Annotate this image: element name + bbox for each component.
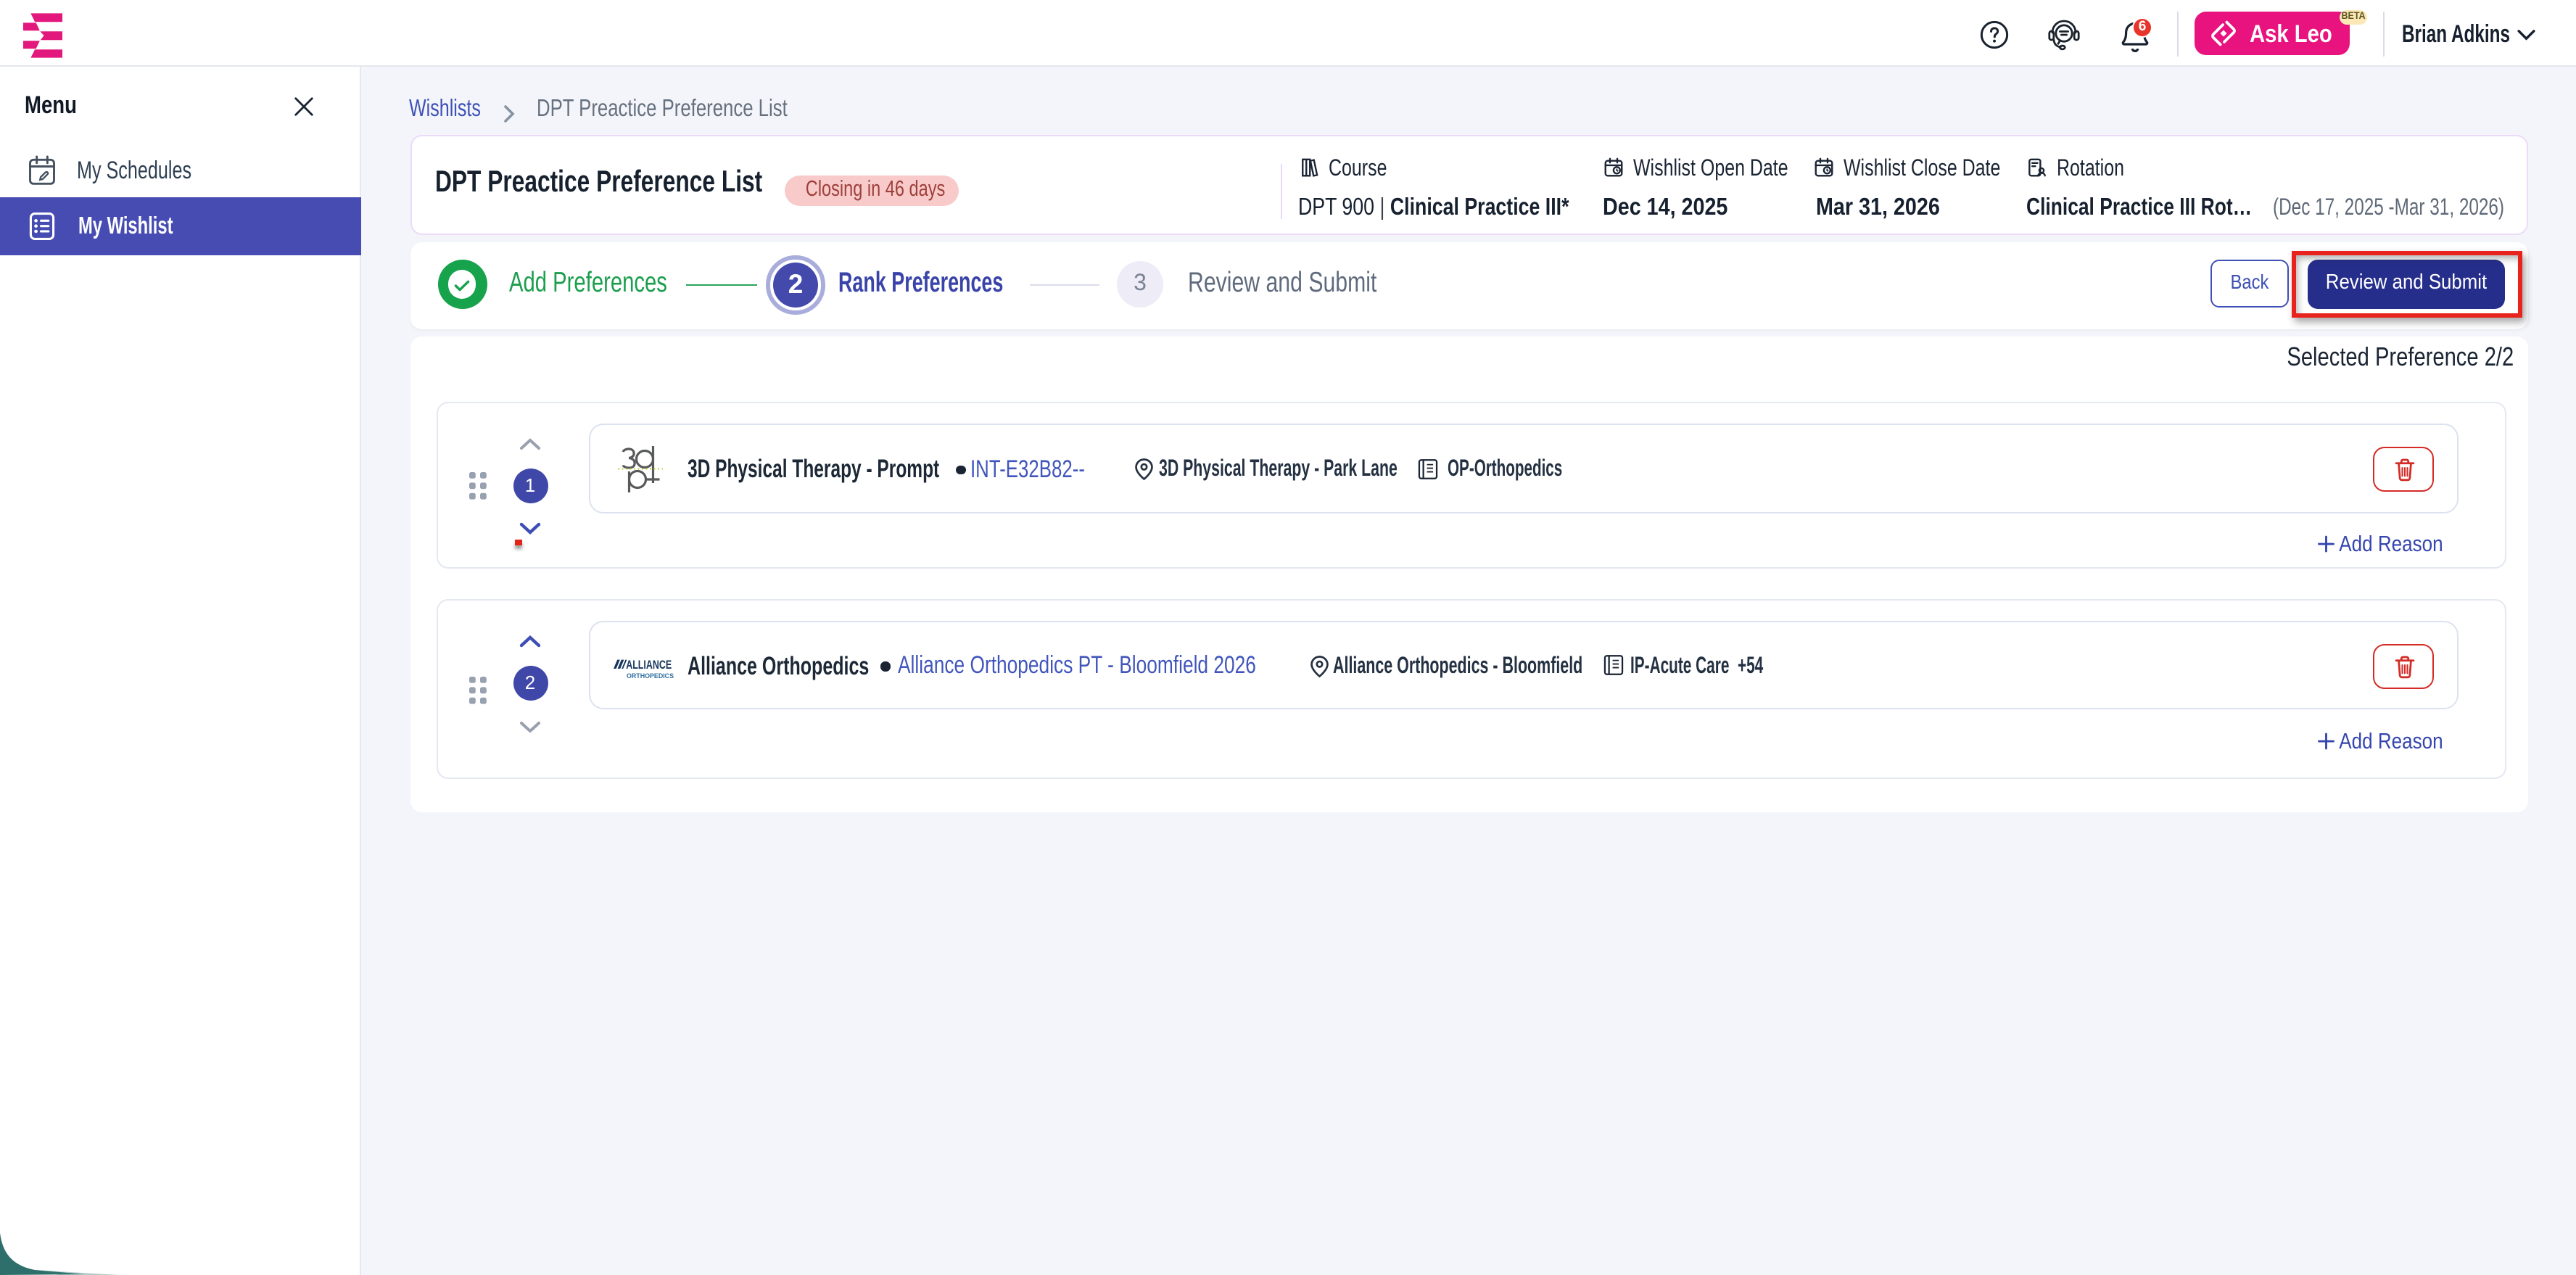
svg-text:ALLIANCE: ALLIANCE xyxy=(626,657,672,671)
svg-text:ORTHOPEDICS: ORTHOPEDICS xyxy=(627,672,674,679)
